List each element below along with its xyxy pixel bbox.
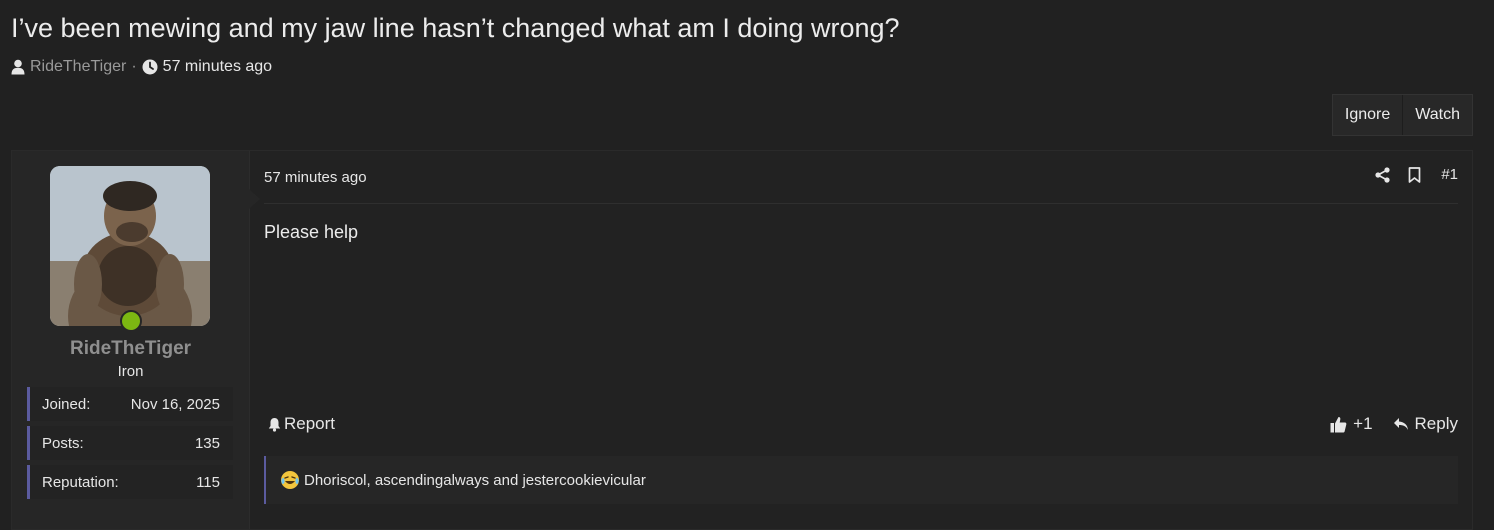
- report-label: Report: [284, 414, 336, 433]
- laughing-crying-icon: [280, 470, 300, 490]
- reply-label: Reply: [1414, 414, 1458, 433]
- share-button[interactable]: [1375, 166, 1390, 183]
- post-number-link[interactable]: #1: [1441, 166, 1458, 183]
- watch-button[interactable]: Watch: [1402, 95, 1472, 135]
- bookmark-button[interactable]: [1408, 166, 1421, 183]
- post-body: 57 minutes ago #1 Please help Report +1 …: [264, 151, 1458, 529]
- user-icon: [11, 59, 25, 75]
- post-author-name[interactable]: RideTheTiger: [12, 338, 249, 360]
- post-divider: [264, 203, 1458, 204]
- share-icon: [1375, 166, 1390, 183]
- reply-icon: [1393, 418, 1408, 430]
- like-count: +1: [1353, 414, 1373, 433]
- stat-posts: Posts: 135: [27, 426, 233, 460]
- report-button[interactable]: Report: [268, 414, 335, 434]
- clock-icon: [142, 59, 158, 75]
- bookmark-icon: [1408, 166, 1421, 183]
- post-tools: #1: [1357, 166, 1458, 183]
- stat-joined: Joined: Nov 16, 2025: [27, 387, 233, 421]
- reactions-users[interactable]: Dhoriscol, ascendingalways and jestercoo…: [304, 472, 646, 489]
- stat-label: Reputation:: [42, 473, 119, 491]
- post-time[interactable]: 57 minutes ago: [264, 169, 367, 186]
- bell-icon: [268, 417, 281, 432]
- stat-value: Nov 16, 2025: [130, 395, 220, 413]
- post: RideTheTiger Iron Joined: Nov 16, 2025 P…: [11, 150, 1473, 530]
- meta-separator: ·: [131, 58, 137, 75]
- reactions-bar[interactable]: Dhoriscol, ascendingalways and jestercoo…: [264, 456, 1458, 504]
- user-panel: RideTheTiger Iron Joined: Nov 16, 2025 P…: [12, 151, 260, 529]
- stat-reputation: Reputation: 115: [27, 465, 233, 499]
- thread-actions: Ignore Watch: [1331, 94, 1473, 136]
- thread-time[interactable]: 57 minutes ago: [163, 58, 272, 76]
- reply-button[interactable]: Reply: [1393, 414, 1458, 434]
- stat-value: 115: [196, 473, 220, 491]
- like-button[interactable]: +1: [1330, 414, 1373, 434]
- avatar[interactable]: [50, 166, 210, 326]
- thread-author-link[interactable]: RideTheTiger: [30, 58, 126, 76]
- post-content: Please help: [264, 222, 359, 242]
- ignore-button[interactable]: Ignore: [1332, 95, 1403, 135]
- user-rank: Iron: [117, 363, 144, 380]
- stat-label: Posts:: [42, 434, 84, 452]
- stat-label: Joined:: [42, 395, 91, 413]
- thread-meta: RideTheTiger · 57 minutes ago: [11, 58, 272, 76]
- thumbs-up-icon: [1330, 416, 1347, 432]
- stat-value: 135: [194, 434, 220, 452]
- online-status-indicator: [120, 310, 142, 332]
- thread-title: I’ve been mewing and my jaw line hasn’t …: [11, 13, 900, 43]
- avatar-image: [50, 166, 210, 326]
- post-footer-actions: +1 Reply: [1330, 414, 1458, 434]
